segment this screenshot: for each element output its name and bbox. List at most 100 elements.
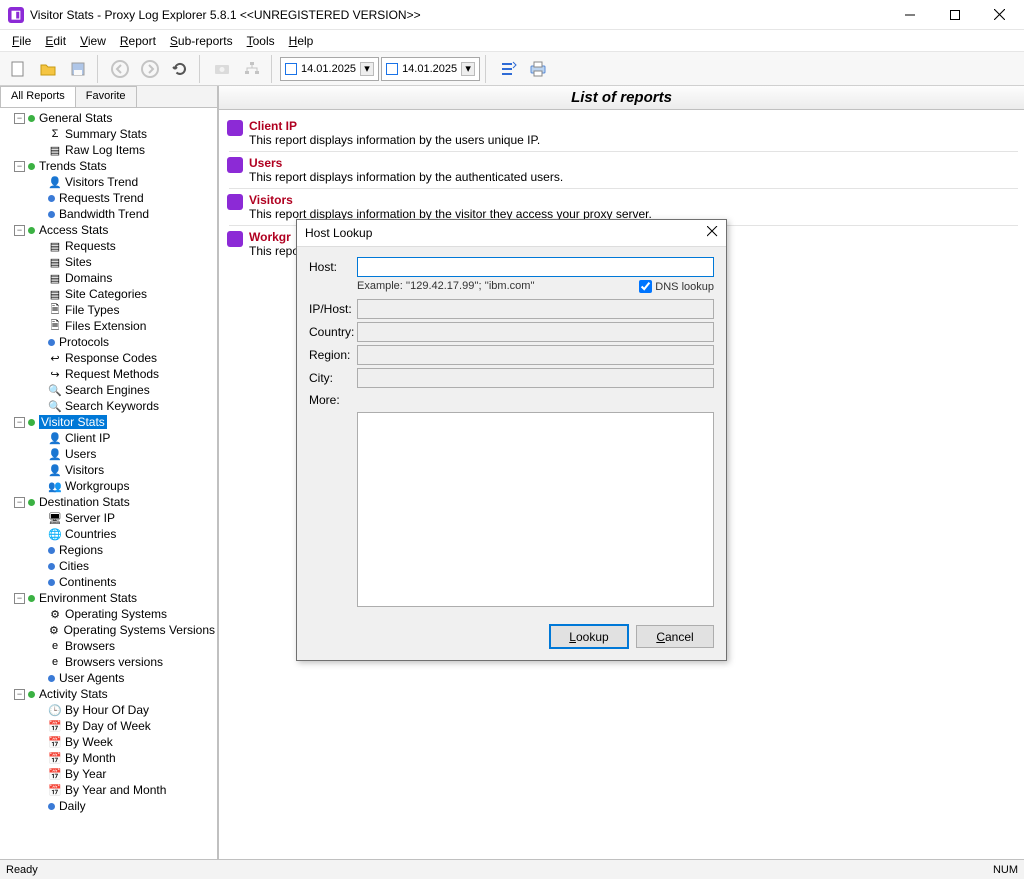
date-to[interactable]: 14.01.2025 ▾ <box>381 57 480 81</box>
calendar-icon <box>285 63 297 75</box>
report-tree[interactable]: −General Stats ΣSummary Stats ▤Raw Log I… <box>0 108 217 859</box>
tab-favorite[interactable]: Favorite <box>75 86 137 107</box>
tree-general-stats[interactable]: −General Stats <box>0 110 217 126</box>
tree-destination-stats[interactable]: −Destination Stats <box>0 494 217 510</box>
tree-requests-trend[interactable]: Requests Trend <box>0 190 217 206</box>
tree-file-types[interactable]: 🗎File Types <box>0 302 217 318</box>
forward-button[interactable] <box>136 55 164 83</box>
tree-protocols[interactable]: Protocols <box>0 334 217 350</box>
refresh-button[interactable] <box>166 55 194 83</box>
tree-os[interactable]: ⚙Operating Systems <box>0 606 217 622</box>
menu-tools[interactable]: Tools <box>241 32 281 50</box>
cancel-button[interactable]: Cancel <box>636 625 714 648</box>
tree-visitor-stats[interactable]: −Visitor Stats <box>0 414 217 430</box>
city-field <box>357 368 714 388</box>
tree-summary-stats[interactable]: ΣSummary Stats <box>0 126 217 142</box>
tree-site-categories[interactable]: ▤Site Categories <box>0 286 217 302</box>
separator <box>229 151 1018 152</box>
tab-all-reports[interactable]: All Reports <box>0 86 76 107</box>
more-textarea[interactable] <box>357 412 714 607</box>
dns-lookup-checkbox[interactable]: DNS lookup <box>639 280 714 293</box>
host-input[interactable] <box>357 257 714 277</box>
tree-users[interactable]: 👤Users <box>0 446 217 462</box>
tree-browsers[interactable]: eBrowsers <box>0 638 217 654</box>
tree-search-keywords[interactable]: 🔍Search Keywords <box>0 398 217 414</box>
separator <box>229 188 1018 189</box>
dropdown-icon[interactable]: ▾ <box>360 62 374 76</box>
dropdown-icon[interactable]: ▾ <box>461 62 475 76</box>
report-item[interactable]: Client IPThis report displays informatio… <box>223 116 1024 150</box>
tree-search-engines[interactable]: 🔍Search Engines <box>0 382 217 398</box>
tree-access-stats[interactable]: −Access Stats <box>0 222 217 238</box>
tree-regions[interactable]: Regions <box>0 542 217 558</box>
report-icon <box>227 231 243 247</box>
lookup-button[interactable]: Lookup <box>550 625 628 648</box>
country-field <box>357 322 714 342</box>
maximize-button[interactable] <box>932 1 977 29</box>
camera-button[interactable] <box>208 55 236 83</box>
tree-domains[interactable]: ▤Domains <box>0 270 217 286</box>
report-item[interactable]: UsersThis report displays information by… <box>223 153 1024 187</box>
minimize-button[interactable] <box>887 1 932 29</box>
tree-environment-stats[interactable]: −Environment Stats <box>0 590 217 606</box>
report-title: Visitors <box>249 193 652 207</box>
tree-cities[interactable]: Cities <box>0 558 217 574</box>
statusbar: Ready NUM <box>0 859 1024 879</box>
app-icon: ◧ <box>8 7 24 23</box>
menu-view[interactable]: View <box>74 32 112 50</box>
report-title: Users <box>249 156 563 170</box>
tree-continents[interactable]: Continents <box>0 574 217 590</box>
menu-help[interactable]: Help <box>283 32 320 50</box>
tree-user-agents[interactable]: User Agents <box>0 670 217 686</box>
tree-client-ip[interactable]: 👤Client IP <box>0 430 217 446</box>
menu-edit[interactable]: Edit <box>39 32 72 50</box>
date-to-value: 14.01.2025 <box>402 63 457 75</box>
tree-countries[interactable]: 🌐Countries <box>0 526 217 542</box>
tree-by-hour[interactable]: 🕒By Hour Of Day <box>0 702 217 718</box>
tree-workgroups[interactable]: 👥Workgroups <box>0 478 217 494</box>
open-button[interactable] <box>34 55 62 83</box>
report-title: Workgr <box>249 230 303 244</box>
host-label: Host: <box>309 260 357 274</box>
tree-activity-stats[interactable]: −Activity Stats <box>0 686 217 702</box>
menu-report[interactable]: Report <box>114 32 162 50</box>
tree-bandwidth-trend[interactable]: Bandwidth Trend <box>0 206 217 222</box>
tree-trends-stats[interactable]: −Trends Stats <box>0 158 217 174</box>
report-desc: This repor <box>249 244 303 258</box>
tree-files-extension[interactable]: 🗎Files Extension <box>0 318 217 334</box>
tree-request-methods[interactable]: ↪Request Methods <box>0 366 217 382</box>
tree-raw-log-items[interactable]: ▤Raw Log Items <box>0 142 217 158</box>
tree-os-versions[interactable]: ⚙Operating Systems Versions <box>0 622 217 638</box>
menu-subreports[interactable]: Sub-reports <box>164 32 239 50</box>
tree-browsers-versions[interactable]: eBrowsers versions <box>0 654 217 670</box>
tree-response-codes[interactable]: ↩Response Codes <box>0 350 217 366</box>
tree-server-ip[interactable]: 🖥Server IP <box>0 510 217 526</box>
tree-by-dow[interactable]: 📅By Day of Week <box>0 718 217 734</box>
close-button[interactable] <box>977 1 1022 29</box>
tree-sites[interactable]: ▤Sites <box>0 254 217 270</box>
tree-requests[interactable]: ▤Requests <box>0 238 217 254</box>
save-button[interactable] <box>64 55 92 83</box>
report-desc: This report displays information by the … <box>249 133 540 147</box>
tree-visitors-trend[interactable]: 👤Visitors Trend <box>0 174 217 190</box>
iphost-label: IP/Host: <box>309 302 357 316</box>
tree-visitors[interactable]: 👤Visitors <box>0 462 217 478</box>
list-button[interactable] <box>494 55 522 83</box>
back-button[interactable] <box>106 55 134 83</box>
tree-by-year-month[interactable]: 📅By Year and Month <box>0 782 217 798</box>
content-header: List of reports <box>219 86 1024 110</box>
tree-by-month[interactable]: 📅By Month <box>0 750 217 766</box>
new-button[interactable] <box>4 55 32 83</box>
hierarchy-button[interactable] <box>238 55 266 83</box>
tree-by-year[interactable]: 📅By Year <box>0 766 217 782</box>
menu-file[interactable]: File <box>6 32 37 50</box>
date-from[interactable]: 14.01.2025▾ <box>280 57 379 81</box>
toolbar-separator <box>271 55 275 83</box>
tree-daily[interactable]: Daily <box>0 798 217 814</box>
report-title: Client IP <box>249 119 540 133</box>
print-button[interactable] <box>524 55 552 83</box>
report-icon <box>227 157 243 173</box>
tree-by-week[interactable]: 📅By Week <box>0 734 217 750</box>
dialog-close-button[interactable] <box>707 226 718 240</box>
report-icon <box>227 194 243 210</box>
